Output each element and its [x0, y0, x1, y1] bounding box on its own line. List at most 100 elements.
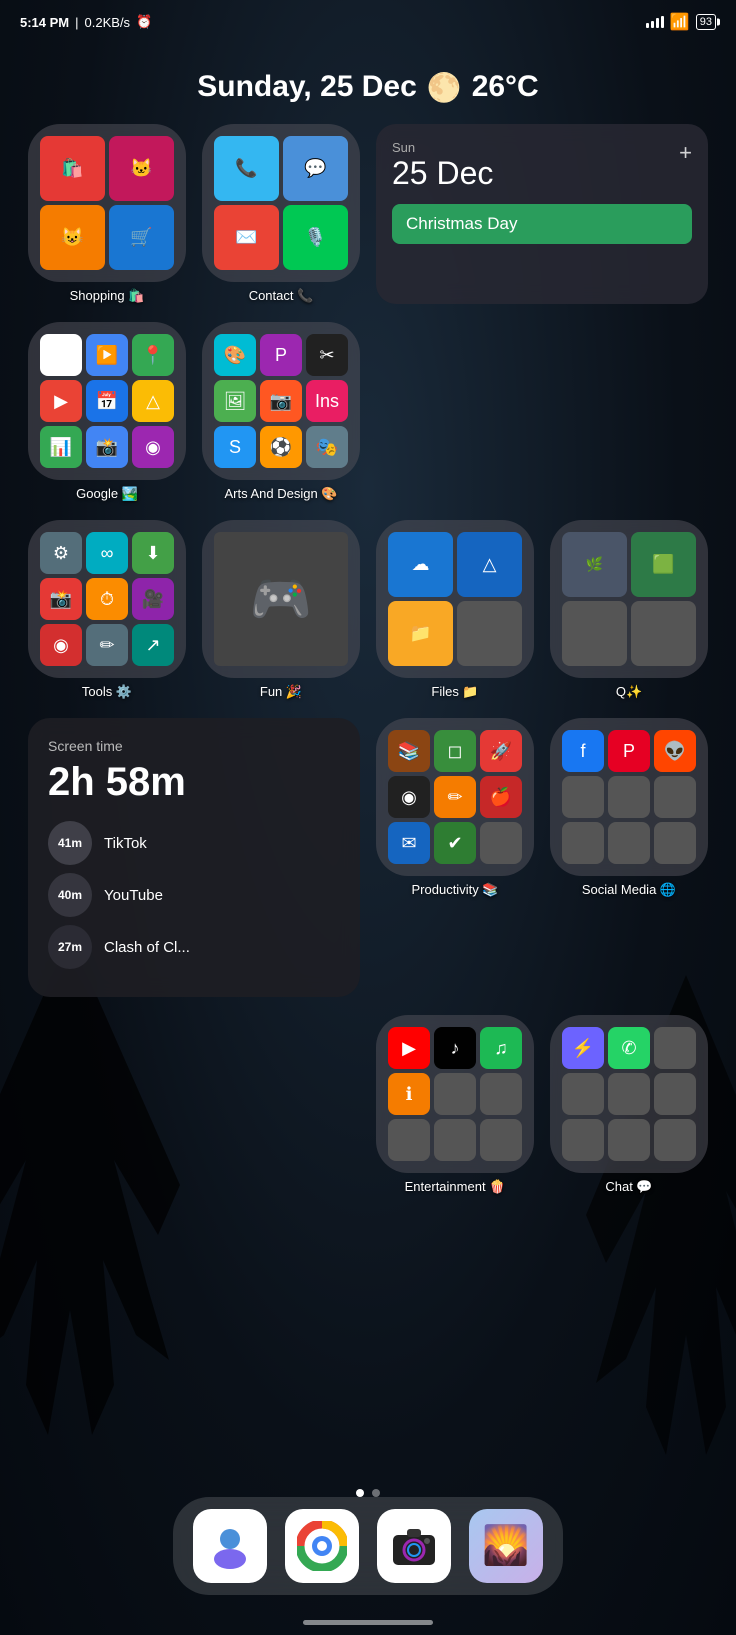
shopping-folder-icon[interactable]: 🛍️ 🐱 😺 🛒	[28, 124, 186, 282]
social-media-folder[interactable]: f P 👽 Social Media 🌐	[550, 718, 708, 898]
app-mini-prod7: ✉	[388, 822, 430, 864]
arts-design-folder[interactable]: 🎨 P ✂ 🖼 📷 Ins S ⚽ 🎭 Arts And Design 🎨	[202, 322, 360, 502]
app-mini-podcast: 🎙️	[283, 205, 348, 270]
app-mini-gplay: ▶️	[86, 334, 128, 376]
app-mini-ai3	[562, 601, 627, 666]
date-text: Sunday, 25 Dec	[197, 70, 417, 104]
productivity-folder[interactable]: 📚 ◻ 🚀 ◉ ✏ 🍎 ✉ ✔ Productivity 📚	[376, 718, 534, 898]
entertainment-folder-icon[interactable]: ▶ ♪ ♫ ℹ	[376, 1015, 534, 1173]
screen-time-appname-1: TikTok	[104, 835, 147, 852]
app-mini-daraz: 🛍️	[40, 136, 105, 201]
calendar-event[interactable]: Christmas Day	[392, 204, 692, 244]
app-mini-soc8	[608, 822, 650, 864]
calendar-month: Sun	[392, 140, 493, 155]
files-folder-icon[interactable]: ☁ △ 📁	[376, 520, 534, 678]
app-mini-gmail: ✉️	[214, 205, 279, 270]
page-dot-2[interactable]	[372, 1489, 380, 1497]
tools-label: Tools ⚙️	[82, 684, 132, 700]
fun-folder-icon[interactable]: 🎮	[202, 520, 360, 678]
app-mini-tool8: ✏	[86, 624, 128, 666]
app-mini-art3: ✂	[306, 334, 348, 376]
calendar-widget[interactable]: Sun 25 Dec + Christmas Day	[376, 124, 708, 304]
files-folder[interactable]: ☁ △ 📁 Files 📁	[376, 520, 534, 700]
tools-folder-icon[interactable]: ⚙ ∞ ⬇ 📸 ⏱ 🎥 ◉ ✏ ↗	[28, 520, 186, 678]
status-right: 📶 93	[646, 12, 716, 32]
chat-folder-icon[interactable]: ⚡ ✆	[550, 1015, 708, 1173]
app-mini-files3: 📁	[388, 601, 453, 666]
time-display: 5:14 PM	[20, 15, 69, 30]
contact-folder[interactable]: 📞 💬 ✉️ 🎙️ Contact 📞	[202, 124, 360, 304]
arts-design-label: Arts And Design 🎨	[224, 486, 337, 502]
entertainment-folder[interactable]: ▶ ♪ ♫ ℹ Entertainment 🍿	[376, 1015, 534, 1195]
social-media-label: Social Media 🌐	[582, 882, 676, 898]
ai-chat-label: Q✨	[616, 684, 642, 700]
dock-contacts[interactable]	[193, 1509, 267, 1583]
app-mini-gcam: 📸	[86, 426, 128, 468]
dock-photos[interactable]: 🌄	[469, 1509, 543, 1583]
dock-chrome[interactable]	[285, 1509, 359, 1583]
screen-time-total: 2h 58m	[48, 760, 340, 805]
chat-folder[interactable]: ⚡ ✆ Chat 💬	[550, 1015, 708, 1195]
home-indicator[interactable]	[303, 1620, 433, 1625]
social-media-folder-icon[interactable]: f P 👽	[550, 718, 708, 876]
app-mini-ai4	[631, 601, 696, 666]
app-mini-art1: 🎨	[214, 334, 256, 376]
ai-chat-folder-icon[interactable]: 🌿 🟩	[550, 520, 708, 678]
app-mini-tiktok: ♪	[434, 1027, 476, 1069]
camera-icon	[389, 1521, 439, 1571]
app-mini-messenger: ⚡	[562, 1027, 604, 1069]
app-mini-files1: ☁	[388, 532, 453, 597]
screen-time-appname-2: YouTube	[104, 887, 163, 904]
arts-design-folder-icon[interactable]: 🎨 P ✂ 🖼 📷 Ins S ⚽ 🎭	[202, 322, 360, 480]
app-mini-tool7: ◉	[40, 624, 82, 666]
app-mini-chat5	[608, 1073, 650, 1115]
app-mini-tool6: 🎥	[132, 578, 174, 620]
screen-time-circle-1: 41m	[48, 821, 92, 865]
app-mini-tool4: 📸	[40, 578, 82, 620]
calendar-add-button[interactable]: +	[679, 140, 692, 166]
shopping-label: Shopping 🛍️	[70, 288, 145, 304]
page-dot-1[interactable]	[356, 1489, 364, 1497]
app-mini-art4: 🖼	[214, 380, 256, 422]
app-mini-shopee: 🐱	[109, 136, 174, 201]
shopping-folder[interactable]: 🛍️ 🐱 😺 🛒 Shopping 🛍️	[28, 124, 186, 304]
app-mini-pinterest: P	[608, 730, 650, 772]
app-mini-files4	[457, 601, 522, 666]
battery-level: 93	[700, 16, 712, 28]
productivity-folder-icon[interactable]: 📚 ◻ 🚀 ◉ ✏ 🍎 ✉ ✔	[376, 718, 534, 876]
ai-chat-folder[interactable]: 🌿 🟩 Q✨	[550, 520, 708, 700]
app-mini-tool2: ∞	[86, 532, 128, 574]
app-mini-tool1: ⚙	[40, 532, 82, 574]
app-mini-art8: ⚽	[260, 426, 302, 468]
app-mini-chat6	[654, 1073, 696, 1115]
dock-camera[interactable]	[377, 1509, 451, 1583]
app-mini-fb: f	[562, 730, 604, 772]
contact-folder-icon[interactable]: 📞 💬 ✉️ 🎙️	[202, 124, 360, 282]
app-mini-ent9	[480, 1119, 522, 1161]
app-mini-chat3	[654, 1027, 696, 1069]
app-mini-whatsapp: ✆	[608, 1027, 650, 1069]
app-mini-gdrive: △	[132, 380, 174, 422]
screen-time-circle-2: 40m	[48, 873, 92, 917]
network-speed-value: 0.2KB/s	[85, 15, 131, 30]
app-mini-messages: 💬	[283, 136, 348, 201]
app-mini-tool3: ⬇	[132, 532, 174, 574]
app-mini-ent5	[434, 1073, 476, 1115]
screen-time-app-1: 41m TikTok	[48, 821, 340, 865]
app-mini-calendar2: 📅	[86, 380, 128, 422]
app-mini-prod3: 🚀	[480, 730, 522, 772]
fun-label: Fun 🎉	[260, 684, 302, 700]
app-mini-fun-bg: 🎮	[214, 532, 348, 666]
app-mini-art5: 📷	[260, 380, 302, 422]
app-mini-prod2: ◻	[434, 730, 476, 772]
screen-time-widget[interactable]: Screen time 2h 58m 41m TikTok 40m YouTub…	[28, 718, 360, 997]
productivity-label: Productivity 📚	[412, 882, 499, 898]
app-mini-google: G	[40, 334, 82, 376]
google-folder[interactable]: G ▶️ 📍 ▶ 📅 △ 📊 📸 ◉ Google 🏞️	[28, 322, 186, 502]
status-bar: 5:14 PM | 0.2KB/s ⏰ 📶 93	[0, 0, 736, 40]
google-folder-icon[interactable]: G ▶️ 📍 ▶ 📅 △ 📊 📸 ◉	[28, 322, 186, 480]
fun-folder[interactable]: 🎮 Fun 🎉	[202, 520, 360, 700]
app-mini-soc7	[562, 822, 604, 864]
app-mini-files2: △	[457, 532, 522, 597]
tools-folder[interactable]: ⚙ ∞ ⬇ 📸 ⏱ 🎥 ◉ ✏ ↗ Tools ⚙️	[28, 520, 186, 700]
